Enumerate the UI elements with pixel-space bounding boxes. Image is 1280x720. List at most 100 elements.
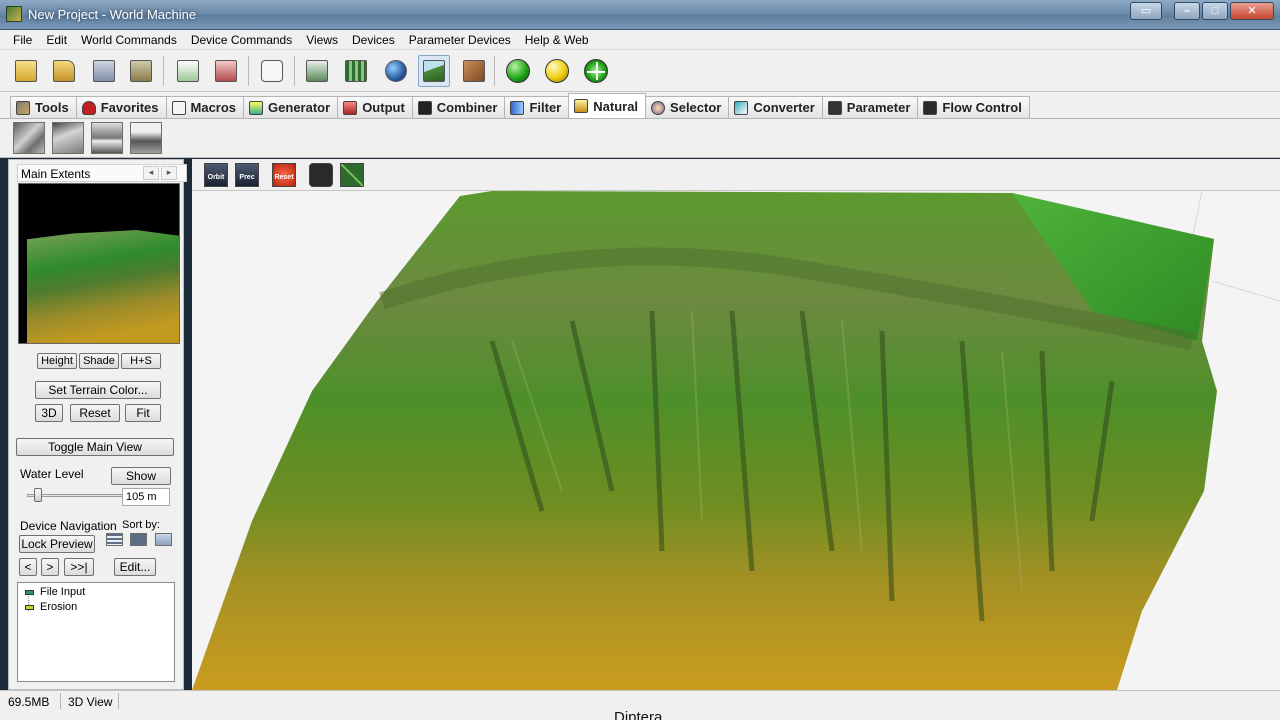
nav-last-button[interactable]: >>| <box>64 558 94 576</box>
tab-label: Converter <box>753 100 815 115</box>
height-mode-button[interactable]: Height <box>37 353 77 369</box>
toggle-main-view-button[interactable]: Toggle Main View <box>16 438 174 456</box>
camera-icon[interactable] <box>309 163 333 187</box>
open-project-button[interactable] <box>48 55 80 87</box>
texture-view-button[interactable] <box>458 55 490 87</box>
build-tiles-button[interactable] <box>580 55 612 87</box>
terrain-icon <box>423 60 445 82</box>
tile-view-button[interactable] <box>340 55 372 87</box>
tools-icon <box>16 100 30 115</box>
menu-device-commands[interactable]: Device Commands <box>184 30 299 49</box>
natural-device-strip <box>0 118 1280 158</box>
tab-macros[interactable]: Macros <box>165 96 245 118</box>
set-terrain-color-button[interactable]: Set Terrain Color... <box>35 381 161 399</box>
filter-icon <box>510 100 525 115</box>
next-extent-button[interactable]: ▸ <box>161 166 177 180</box>
shade-mode-button[interactable]: Shade <box>79 353 119 369</box>
tab-flow-control[interactable]: Flow Control <box>917 96 1030 118</box>
menu-parameter-devices[interactable]: Parameter Devices <box>402 30 518 49</box>
extents-label: Main Extents <box>21 167 91 181</box>
tab-combiner[interactable]: Combiner <box>411 96 506 118</box>
tab-label: Combiner <box>436 100 498 115</box>
menu-views[interactable]: Views <box>299 30 345 49</box>
random-seed-button[interactable] <box>256 55 288 87</box>
converter-icon <box>734 100 749 115</box>
snow-device-icon[interactable] <box>130 122 162 154</box>
layout-view-button[interactable] <box>301 55 333 87</box>
tab-output[interactable]: Output <box>337 96 413 118</box>
nav-prev-button[interactable]: < <box>19 558 37 576</box>
tab-filter[interactable]: Filter <box>504 96 570 118</box>
save-button[interactable] <box>88 55 120 87</box>
tree-item-file-input[interactable]: File Input <box>25 586 85 598</box>
menu-bar: File Edit World Commands Device Commands… <box>0 30 1280 50</box>
sort-type-icon[interactable] <box>130 533 147 546</box>
device-tree: File Input Erosion <box>17 582 175 682</box>
output-icon <box>343 100 358 115</box>
3d-viewport[interactable] <box>192 191 1280 690</box>
tab-tools[interactable]: Tools <box>10 96 77 118</box>
prev-extent-button[interactable]: ◂ <box>143 166 159 180</box>
grid-icon <box>345 60 367 82</box>
tab-label: Natural <box>593 98 639 114</box>
show-water-button[interactable]: Show <box>111 467 171 485</box>
device-graph-button[interactable] <box>172 55 204 87</box>
world-settings-button[interactable] <box>210 55 242 87</box>
edit-button[interactable]: Edit... <box>114 558 156 576</box>
tab-label: Generator <box>268 100 331 115</box>
tab-parameter[interactable]: Parameter <box>821 96 919 118</box>
erosion-device-icon[interactable] <box>13 122 45 154</box>
status-divider <box>60 693 61 709</box>
save-as-button[interactable] <box>125 55 157 87</box>
water-level-slider-thumb[interactable] <box>34 488 43 502</box>
tab-selector[interactable]: Selector <box>645 96 730 118</box>
sort-order-icon[interactable] <box>155 533 172 546</box>
window-title: New Project - World Machine <box>28 7 197 22</box>
graph-icon <box>177 60 199 82</box>
tab-label: Tools <box>35 100 69 115</box>
world-view-button[interactable] <box>380 55 412 87</box>
menu-help-web[interactable]: Help & Web <box>518 30 596 49</box>
water-level-field[interactable]: 105 m <box>122 488 170 506</box>
precision-button[interactable]: Prec <box>235 163 259 187</box>
parameter-icon <box>827 100 842 115</box>
build-region-button[interactable] <box>541 55 573 87</box>
maximize-button[interactable]: □ <box>1202 2 1228 20</box>
preview-header: Main Extents ◂ ▸ <box>17 164 187 182</box>
fit-button[interactable]: Fit <box>125 404 161 422</box>
reset-view-button[interactable]: Reset <box>272 163 296 187</box>
wireframe-toggle-icon[interactable] <box>340 163 364 187</box>
tab-converter[interactable]: Converter <box>728 96 823 118</box>
tab-generator[interactable]: Generator <box>243 96 339 118</box>
sort-list-icon[interactable] <box>106 533 123 546</box>
nav-next-button[interactable]: > <box>41 558 59 576</box>
height-shade-mode-button[interactable]: H+S <box>121 353 161 369</box>
menu-devices[interactable]: Devices <box>345 30 402 49</box>
build-button[interactable] <box>502 55 534 87</box>
snapshot-icon[interactable]: ▭ <box>1130 2 1162 20</box>
toolbar-separator <box>294 56 295 86</box>
tree-item-erosion[interactable]: Erosion <box>25 601 77 613</box>
thermal-weathering-device-icon[interactable] <box>52 122 84 154</box>
combiner-icon <box>417 100 432 115</box>
reset-button[interactable]: Reset <box>70 404 120 422</box>
terrain-preview[interactable] <box>18 183 180 344</box>
menu-edit[interactable]: Edit <box>39 30 74 49</box>
3d-button[interactable]: 3D <box>35 404 63 422</box>
preview-terrain <box>27 230 179 343</box>
coastal-erosion-device-icon[interactable] <box>91 122 123 154</box>
3d-view-button[interactable] <box>418 55 450 87</box>
menu-world-commands[interactable]: World Commands <box>74 30 184 49</box>
selector-icon <box>651 100 666 115</box>
minimize-button[interactable]: – <box>1174 2 1200 20</box>
orbit-button[interactable]: Orbit <box>204 163 228 187</box>
tab-natural[interactable]: Natural <box>568 93 647 118</box>
world-machine-app-icon[interactable] <box>6 6 22 22</box>
lock-preview-button[interactable]: Lock Preview <box>19 535 95 553</box>
new-project-button[interactable] <box>10 55 42 87</box>
globe-icon <box>385 60 407 82</box>
tab-favorites[interactable]: Favorites <box>75 96 167 118</box>
toolbar-separator <box>248 56 249 86</box>
menu-file[interactable]: File <box>6 30 39 49</box>
close-button[interactable]: ✕ <box>1230 2 1274 20</box>
